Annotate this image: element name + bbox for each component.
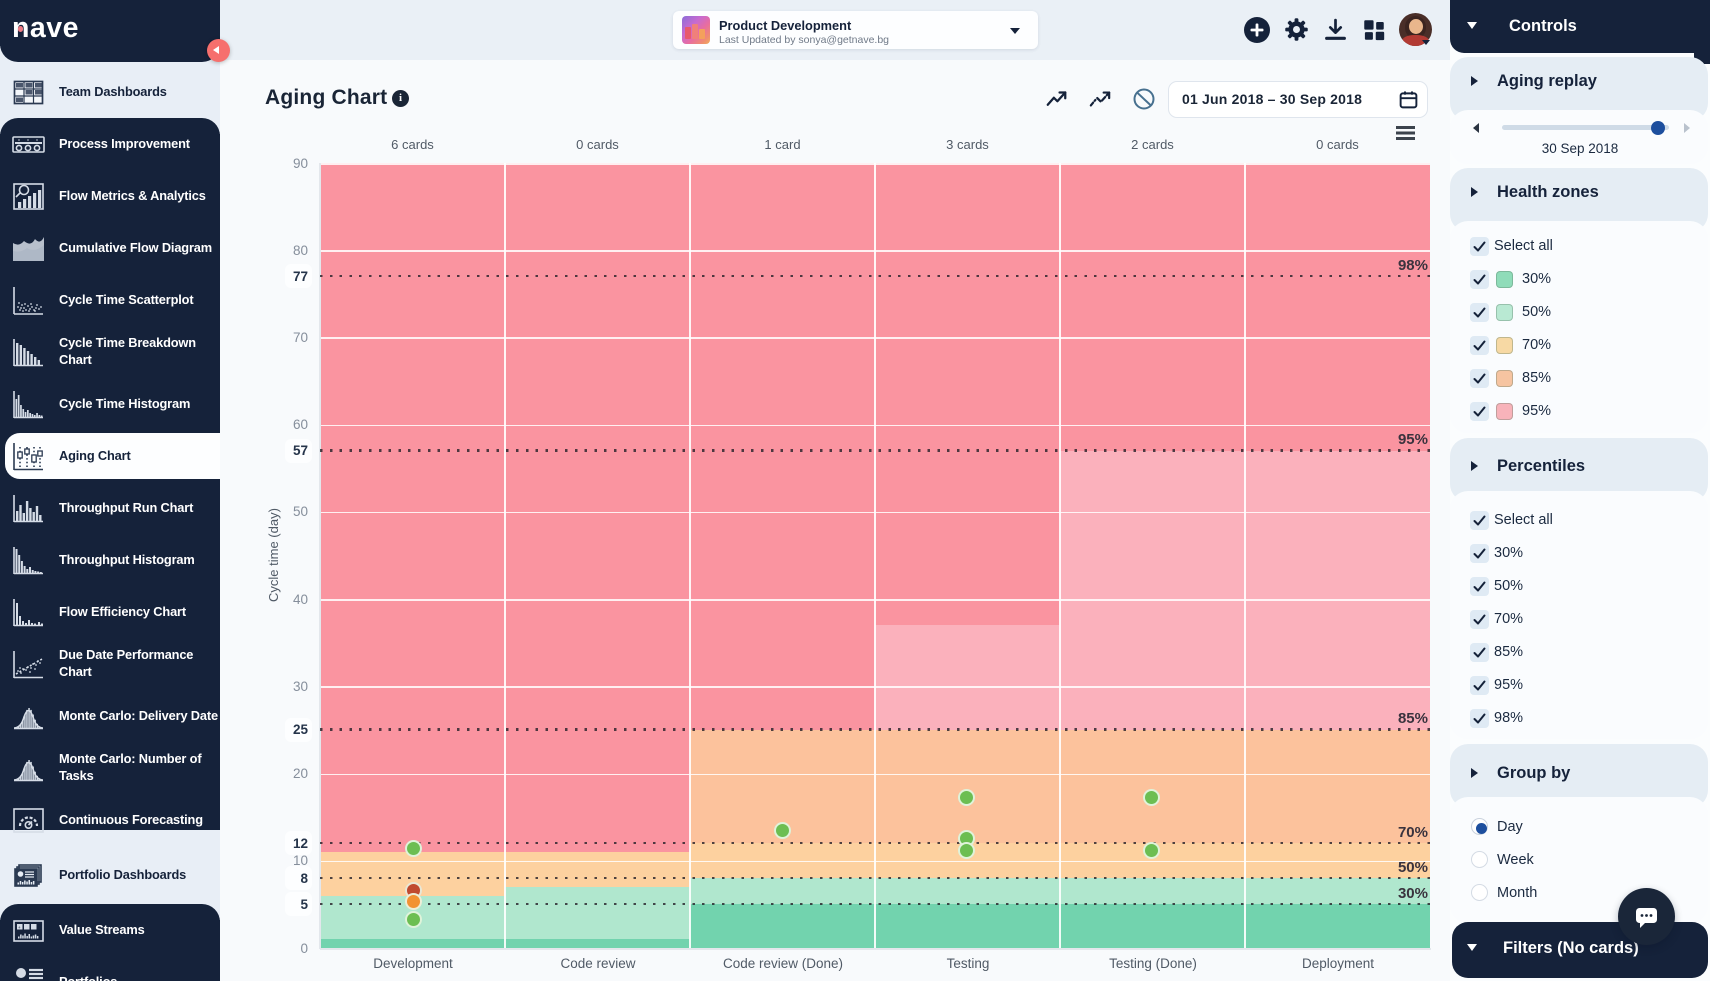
svg-text:+: + bbox=[18, 925, 21, 930]
